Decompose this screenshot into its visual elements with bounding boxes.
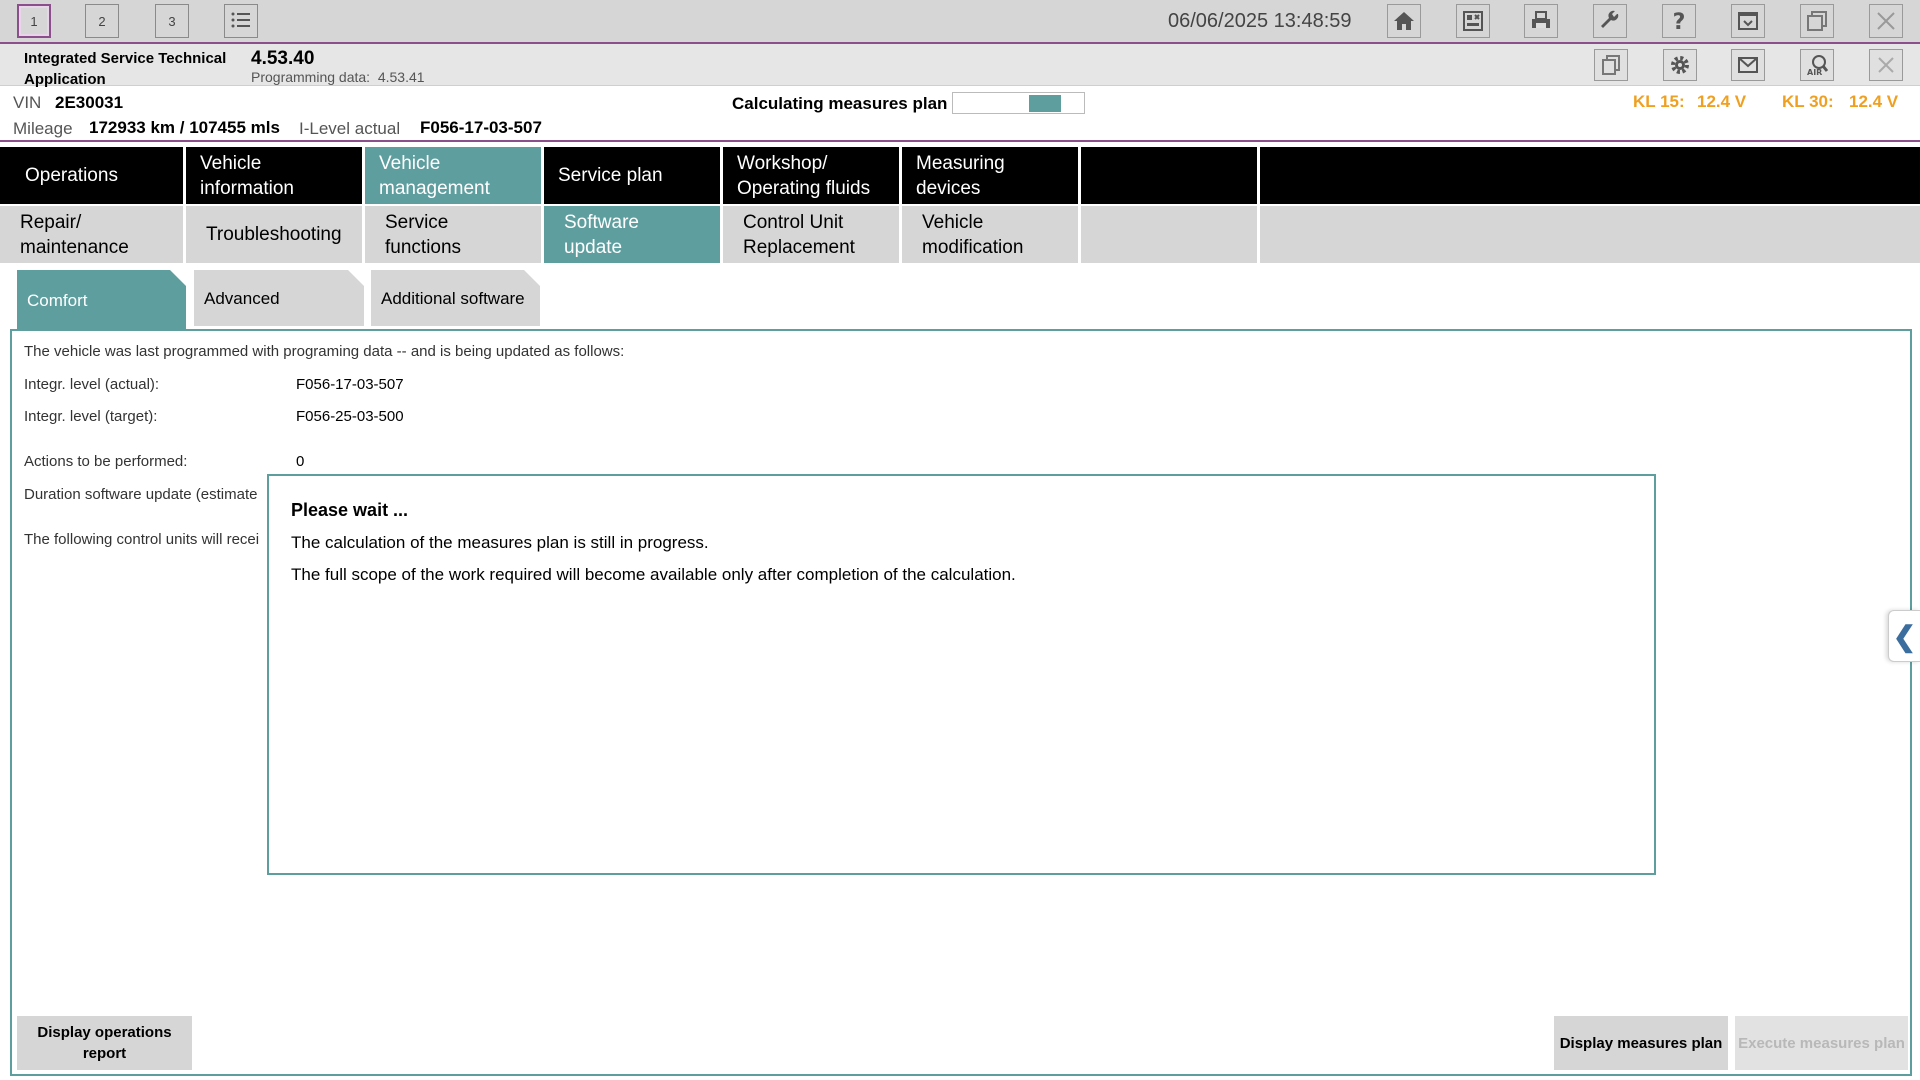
tab-control-unit-replacement[interactable]: Control Unit Replacement [723, 206, 902, 263]
actions-value: 0 [296, 453, 305, 470]
programming-data-value: 4.53.41 [377, 69, 425, 85]
home-icon [1394, 12, 1414, 30]
tab-troubleshooting[interactable]: Troubleshooting [186, 206, 365, 263]
close-icon [1877, 12, 1895, 30]
minimize-button[interactable] [1731, 4, 1765, 38]
dialog-line-1: The calculation of the measures plan is … [291, 533, 709, 552]
duration-label: Duration software update (estimate [24, 486, 258, 503]
target-level-label: Integr. level (target): [24, 408, 158, 425]
tab-empty-4 [1260, 206, 1920, 263]
restore-button[interactable] [1800, 4, 1834, 38]
gear-icon [1671, 56, 1689, 74]
restore-icon [1807, 11, 1827, 31]
control-units-label: The following control units will recei [24, 531, 260, 548]
session-list-button[interactable] [224, 4, 258, 38]
side-panel-toggle[interactable]: ❮ [1888, 610, 1920, 662]
help-button[interactable]: ? [1662, 4, 1696, 38]
tab-empty-3 [1081, 206, 1260, 263]
target-level-value: F056-25-03-500 [296, 408, 404, 425]
intro-text: The vehicle was last programmed with pro… [24, 343, 625, 360]
minimize-icon [1738, 12, 1758, 30]
main-navigation: Operations Vehicle information Vehicle m… [0, 147, 1920, 204]
sub-navigation: Repair/ maintenance Troubleshooting Serv… [0, 204, 1920, 263]
printer-icon [1532, 11, 1550, 28]
print-button[interactable] [1524, 4, 1558, 38]
close-button[interactable] [1869, 4, 1903, 38]
app-name: Integrated Service Technical Application [24, 50, 227, 88]
kl30-value: 12.4 V [1849, 92, 1899, 111]
close-icon [1878, 57, 1894, 73]
mail-icon [1738, 57, 1758, 73]
mileage-label: Mileage [13, 119, 73, 138]
title-bar: 1 2 3 06/06/2025 13:48:59 ? [0, 0, 1920, 44]
close-session-button[interactable] [1869, 49, 1903, 81]
tab-repair-maintenance[interactable]: Repair/ maintenance [0, 206, 186, 263]
tab-vehicle-management[interactable]: Vehicle management [365, 147, 544, 204]
settings-button[interactable] [1663, 49, 1697, 81]
execute-measures-plan-button[interactable]: Execute measures plan [1735, 1016, 1908, 1070]
ilevel-value: F056-17-03-507 [420, 118, 542, 137]
air-search-button[interactable]: AIR [1800, 49, 1834, 81]
session-3-button[interactable]: 3 [155, 4, 189, 38]
progress-fill [1029, 95, 1061, 112]
message-button[interactable] [1731, 49, 1765, 81]
please-wait-dialog: Please wait ... The calculation of the m… [267, 474, 1656, 875]
actual-level-label: Integr. level (actual): [24, 376, 160, 393]
session-2-button[interactable]: 2 [85, 4, 119, 38]
tab-vehicle-modification[interactable]: Vehicle modification [902, 206, 1081, 263]
calculation-progress-bar [952, 92, 1085, 114]
list-icon [231, 12, 250, 28]
home-button[interactable] [1387, 4, 1421, 38]
app-version: 4.53.40 [251, 48, 315, 69]
tools-button[interactable] [1593, 4, 1627, 38]
ilevel-label: I-Level actual [299, 119, 401, 138]
display-operations-report-button[interactable]: Display operations report [17, 1016, 192, 1070]
svg-text:?: ? [1673, 10, 1686, 33]
vehicle-icon [1463, 11, 1483, 31]
dialog-line-2: The full scope of the work required will… [291, 565, 1016, 584]
actual-level-value: F056-17-03-507 [296, 376, 404, 393]
actions-label: Actions to be performed: [24, 453, 188, 470]
tab-workshop-operating-fluids[interactable]: Workshop/ Operating fluids [723, 147, 902, 204]
display-measures-plan-button[interactable]: Display measures plan [1554, 1016, 1728, 1070]
mileage-value: 172933 km / 107455 mls [89, 118, 280, 137]
wrench-icon [1601, 10, 1619, 28]
tab-additional-software[interactable]: Additional software [371, 270, 540, 326]
svg-text:AIR: AIR [1807, 68, 1822, 77]
copy-icon [1602, 55, 1620, 75]
kl15-value: 12.4 V [1697, 92, 1747, 111]
session-1-button[interactable]: 1 [17, 4, 51, 38]
datetime: 06/06/2025 13:48:59 [1168, 10, 1352, 32]
tab-empty-2 [1260, 147, 1920, 204]
tab-operations[interactable]: Operations [0, 147, 186, 204]
vin-label: VIN [13, 93, 42, 112]
tab-advanced[interactable]: Advanced [194, 270, 364, 326]
tab-service-plan[interactable]: Service plan [544, 147, 723, 204]
dialog-title: Please wait ... [291, 500, 409, 520]
copy-button[interactable] [1594, 49, 1628, 81]
vin-value: 2E30031 [55, 93, 124, 112]
programming-data-label: Programming data: [251, 69, 371, 85]
calculating-label: Calculating measures plan [732, 94, 948, 113]
tab-comfort[interactable]: Comfort [17, 270, 186, 330]
vehicle-button[interactable] [1456, 4, 1490, 38]
vehicle-info-bar: VIN 2E30031 Mileage 172933 km / 107455 m… [0, 86, 1920, 142]
kl30-label: KL 30: [1782, 92, 1834, 111]
chevron-left-icon: ❮ [1892, 620, 1917, 652]
tab-vehicle-information[interactable]: Vehicle information [186, 147, 365, 204]
tab-measuring-devices[interactable]: Measuring devices [902, 147, 1081, 204]
help-icon: ? [1673, 10, 1686, 33]
tab-service-functions[interactable]: Service functions [365, 206, 544, 263]
tab-empty-1 [1081, 147, 1260, 204]
app-bar: Integrated Service Technical Application… [0, 44, 1920, 88]
tab-software-update[interactable]: Software update [544, 206, 723, 263]
air-search-icon: AIR [1807, 55, 1829, 77]
programming-data: Programming data: 4.53.41 [251, 69, 425, 85]
kl15-label: KL 15: [1633, 92, 1685, 111]
